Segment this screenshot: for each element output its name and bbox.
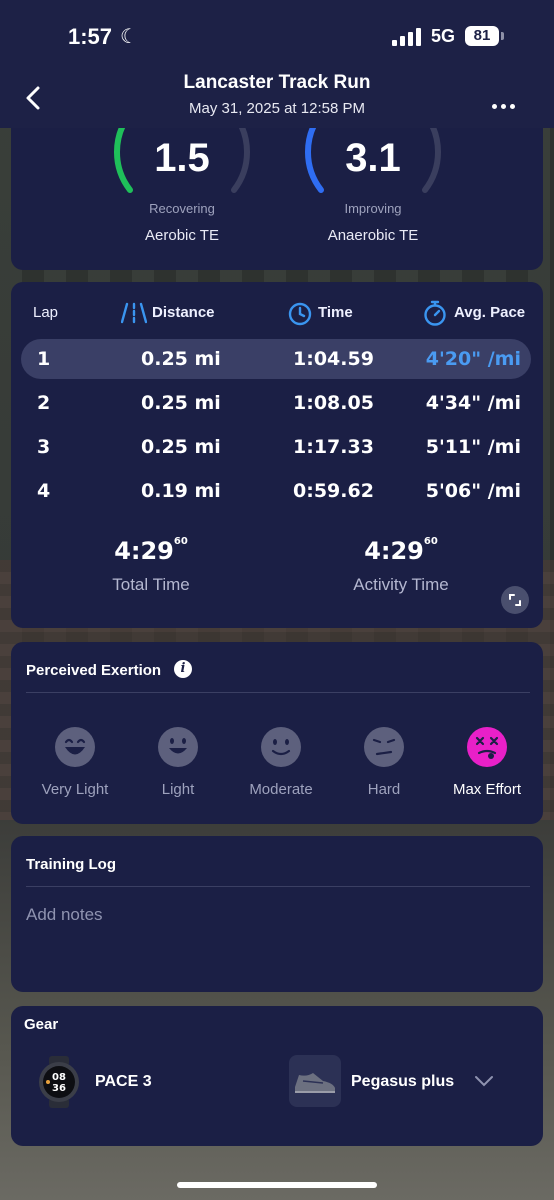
divider bbox=[26, 886, 530, 887]
lap-time: 0:59.62 bbox=[293, 480, 374, 502]
signal-icon bbox=[392, 28, 421, 46]
lap-number: 1 bbox=[37, 348, 51, 370]
lap-distance: 0.25 mi bbox=[141, 436, 221, 458]
divider bbox=[26, 692, 530, 693]
gear-card: Gear 08 36 PACE 3 Pegasus plus bbox=[11, 1006, 543, 1146]
lap-distance: 0.19 mi bbox=[141, 480, 221, 502]
exertion-option-max-effort[interactable]: Max Effort bbox=[437, 726, 537, 798]
expand-icon bbox=[509, 594, 521, 606]
more-options-icon[interactable] bbox=[492, 96, 520, 109]
home-indicator bbox=[177, 1182, 377, 1188]
moderate-label: Moderate bbox=[249, 781, 313, 798]
shoe-name[interactable]: Pegasus plus bbox=[351, 1073, 454, 1091]
lap-pace: 5'11" /mi bbox=[425, 436, 521, 458]
total-time-value: 4:2960 bbox=[114, 536, 188, 565]
anaerobic-te-value: 3.1 bbox=[345, 136, 401, 180]
lap-row[interactable]: 3 0.25 mi 1:17.33 5'11" /mi bbox=[21, 427, 531, 467]
clock-icon bbox=[288, 302, 312, 326]
training-effect-card: 1.5 Recovering Aerobic TE 3.1 Improving … bbox=[11, 112, 543, 270]
distance-icon bbox=[121, 302, 147, 324]
lap-number: 4 bbox=[37, 480, 51, 502]
lap-pace: 4'20" /mi bbox=[425, 348, 521, 370]
hard-face-icon bbox=[364, 727, 404, 767]
battery-tip bbox=[501, 32, 504, 40]
exertion-option-moderate[interactable]: Moderate bbox=[231, 726, 331, 798]
activity-time-fraction: 60 bbox=[423, 536, 438, 547]
lap-column-header: Lap bbox=[33, 304, 59, 321]
stopwatch-icon bbox=[424, 300, 446, 326]
shoe-thumbnail[interactable] bbox=[289, 1055, 341, 1107]
lap-time: 1:08.05 bbox=[293, 392, 374, 414]
training-log-card: Training Log Add notes bbox=[11, 836, 543, 992]
aerobic-te-status: Recovering bbox=[149, 201, 215, 216]
anaerobic-te-label: Anaerobic TE bbox=[327, 227, 419, 244]
moon-icon: ☾ bbox=[120, 26, 138, 48]
network-label: 5G bbox=[431, 26, 456, 46]
light-face-icon bbox=[158, 727, 198, 767]
notes-input[interactable]: Add notes bbox=[26, 905, 103, 925]
watch-name[interactable]: PACE 3 bbox=[95, 1073, 152, 1091]
chevron-down-icon[interactable] bbox=[473, 1074, 495, 1088]
page-title: Lancaster Track Run bbox=[183, 72, 371, 93]
lap-distance: 0.25 mi bbox=[141, 392, 221, 414]
shoe-icon bbox=[295, 1073, 335, 1093]
lap-number: 3 bbox=[37, 436, 51, 458]
very-light-face-icon bbox=[55, 727, 95, 767]
exertion-option-very-light[interactable]: Very Light bbox=[25, 726, 125, 798]
lap-time: 1:17.33 bbox=[293, 436, 374, 458]
lap-row[interactable]: 4 0.19 mi 0:59.62 5'06" /mi bbox=[21, 471, 531, 511]
anaerobic-te-status: Improving bbox=[344, 201, 402, 216]
lap-time: 1:04.59 bbox=[293, 348, 374, 370]
aerobic-te-label: Aerobic TE bbox=[145, 227, 219, 244]
battery-icon: 81 bbox=[465, 26, 499, 46]
very-light-label: Very Light bbox=[41, 781, 109, 798]
watch-face-bottom: 36 bbox=[52, 1083, 66, 1094]
status-time: 1:57 bbox=[68, 24, 113, 49]
pace-column-header: Avg. Pace bbox=[454, 304, 526, 321]
laps-card: Lap Distance Time Avg. Pace 1 0.25 mi 1:… bbox=[11, 282, 543, 628]
aerobic-te-value: 1.5 bbox=[154, 136, 210, 180]
light-label: Light bbox=[161, 781, 195, 798]
lap-row[interactable]: 2 0.25 mi 1:08.05 4'34" /mi bbox=[21, 383, 531, 423]
watch-face-top: 08 bbox=[52, 1072, 66, 1083]
total-time-label: Total Time bbox=[112, 575, 190, 594]
lap-pace: 5'06" /mi bbox=[425, 480, 521, 502]
max-effort-face-icon bbox=[467, 727, 507, 767]
exertion-option-hard[interactable]: Hard bbox=[334, 726, 434, 798]
activity-time-value: 4:2960 bbox=[364, 536, 438, 565]
exertion-title: Perceived Exertion bbox=[26, 662, 162, 679]
info-icon[interactable]: i bbox=[174, 660, 192, 678]
lap-pace: 4'34" /mi bbox=[425, 392, 521, 414]
watch-icon[interactable]: 08 36 bbox=[37, 1056, 81, 1108]
activity-time: 4:2960 Activity Time bbox=[301, 536, 501, 595]
expand-button[interactable] bbox=[501, 586, 529, 614]
lap-row[interactable]: 1 0.25 mi 1:04.59 4'20" /mi bbox=[21, 339, 531, 379]
total-time-fraction: 60 bbox=[173, 536, 188, 547]
training-log-title: Training Log bbox=[26, 856, 116, 873]
perceived-exertion-card: Perceived Exertion i Very Light Light Mo… bbox=[11, 642, 543, 824]
distance-column-header: Distance bbox=[152, 304, 215, 321]
lap-number: 2 bbox=[37, 392, 51, 414]
activity-time-label: Activity Time bbox=[353, 575, 449, 594]
total-time: 4:2960 Total Time bbox=[51, 536, 251, 595]
lap-distance: 0.25 mi bbox=[141, 348, 221, 370]
app-header: 1:57 ☾ 5G 81 Lancaster Track Run May 31,… bbox=[0, 0, 554, 128]
status-bar: 1:57 ☾ 5G 81 bbox=[0, 0, 554, 72]
gear-title: Gear bbox=[24, 1016, 59, 1033]
page-subtitle: May 31, 2025 at 12:58 PM bbox=[189, 100, 365, 117]
hard-label: Hard bbox=[367, 781, 401, 798]
moderate-face-icon bbox=[261, 727, 301, 767]
time-column-header: Time bbox=[318, 304, 353, 321]
exertion-option-light[interactable]: Light bbox=[128, 726, 228, 798]
max-effort-label: Max Effort bbox=[452, 781, 522, 798]
